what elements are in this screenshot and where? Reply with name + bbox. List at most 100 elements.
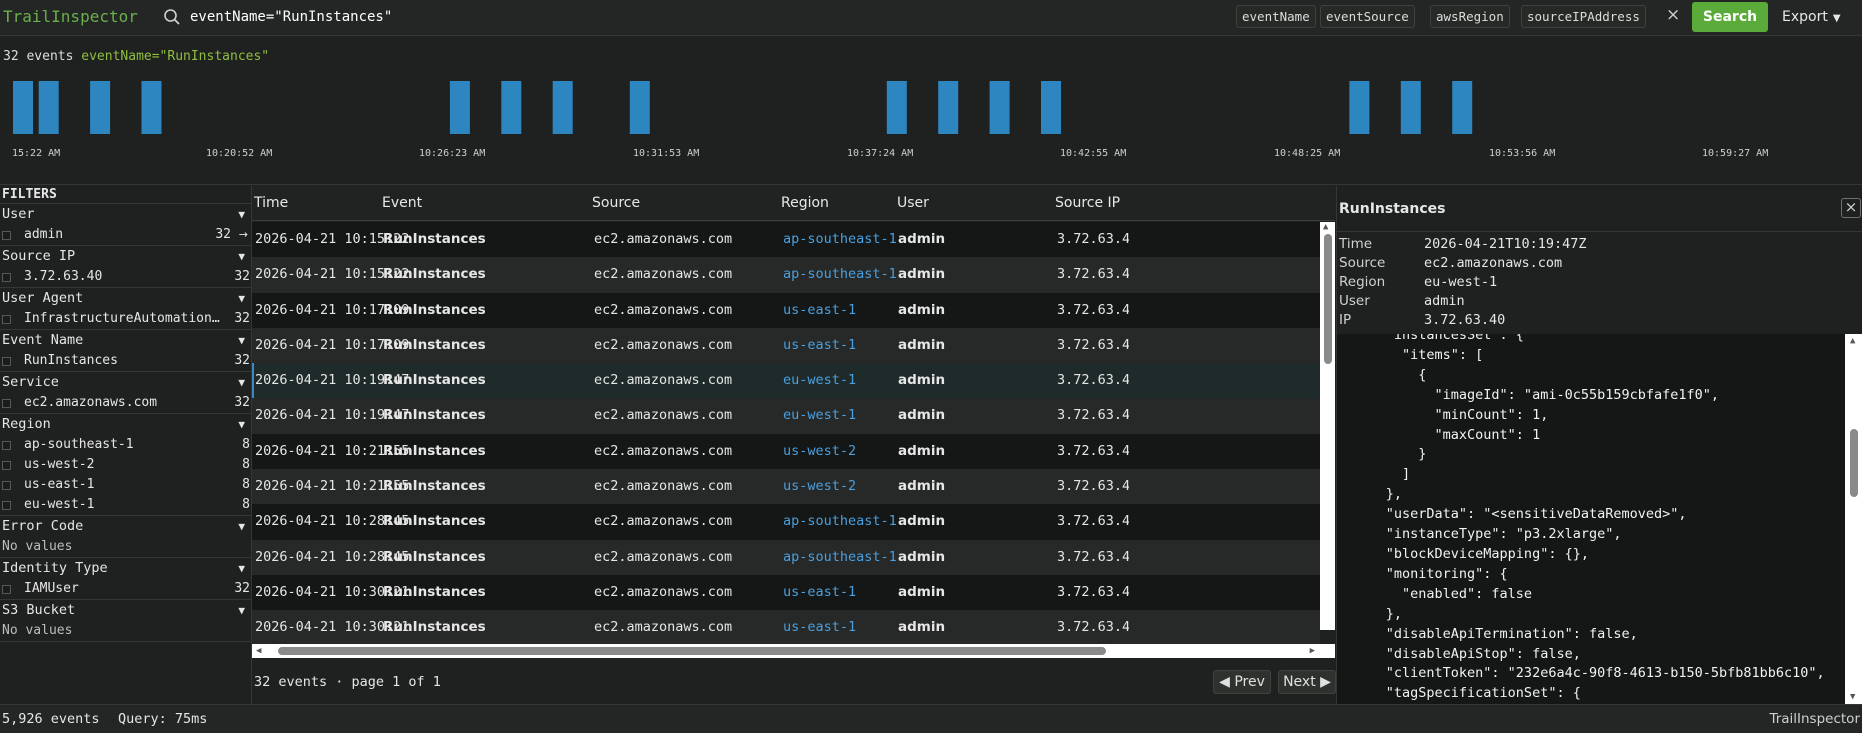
filter-group-header[interactable]: User Agent ▼	[0, 288, 251, 309]
histogram-bar[interactable]	[1349, 81, 1370, 134]
column-header-event[interactable]: Event	[382, 195, 422, 211]
filter-option[interactable]: 3.72.63.40 32	[0, 267, 251, 287]
scroll-down-icon[interactable]: ▼	[1850, 692, 1855, 702]
histogram-bar[interactable]	[501, 81, 522, 134]
filter-option-count: 32	[234, 581, 250, 596]
scrollbar-thumb[interactable]	[278, 647, 1106, 655]
filter-option[interactable]: admin 32 →	[0, 225, 251, 245]
filter-checkbox[interactable]	[2, 481, 11, 490]
field-chip-awsregion[interactable]: awsRegion	[1430, 5, 1510, 28]
filter-checkbox[interactable]	[2, 461, 11, 470]
field-chip-eventsource[interactable]: eventSource	[1320, 5, 1415, 28]
filter-group-label: User	[2, 206, 35, 222]
cell-event: RunInstances	[383, 407, 486, 424]
filter-group-header[interactable]: Source IP ▼	[0, 246, 251, 267]
filter-checkbox[interactable]	[2, 585, 11, 594]
cell-ip: 3.72.63.40	[1057, 548, 1129, 565]
table-row[interactable]: 2026-04-21 10:30:21 RunInstances ec2.amazo…	[252, 610, 1320, 646]
filter-option-value: 3.72.63.40	[24, 269, 103, 284]
prev-page-button[interactable]: ◀ Prev	[1213, 670, 1271, 694]
detail-key: Time	[1339, 236, 1373, 252]
table-row[interactable]: 2026-04-21 10:21:55 RunInstances ec2.amazo…	[252, 469, 1320, 505]
filter-checkbox[interactable]	[2, 273, 11, 282]
filter-option[interactable]: ap-southeast-1 8	[0, 435, 251, 455]
histogram-bar[interactable]	[1452, 81, 1473, 134]
arrow-right-icon[interactable]: →	[239, 225, 248, 245]
table-row[interactable]: 2026-04-21 10:17:09 RunInstances ec2.amazo…	[252, 327, 1320, 364]
close-icon[interactable]: ×	[1841, 198, 1861, 218]
histogram-bar[interactable]	[938, 81, 959, 134]
filter-option-value: ap-southeast-1	[24, 437, 134, 452]
filter-group-header[interactable]: Region ▼	[0, 414, 251, 435]
histogram-bar[interactable]	[1041, 81, 1061, 134]
search-input[interactable]	[190, 5, 1220, 29]
filter-option[interactable]: us-west-2 8	[0, 455, 251, 475]
json-vertical-scrollbar[interactable]: ▲ ▼	[1845, 334, 1862, 704]
histogram-bar[interactable]	[989, 81, 1010, 134]
field-chip-sourceipaddress[interactable]: sourceIPAddress	[1521, 5, 1646, 28]
filter-checkbox[interactable]	[2, 315, 11, 324]
filter-checkbox[interactable]	[2, 231, 11, 240]
clear-icon[interactable]: ×	[1666, 5, 1680, 25]
histogram-chart[interactable]	[0, 70, 1862, 142]
filter-option[interactable]: InfrastructureAutomation/1.0 32	[0, 309, 251, 329]
table-row[interactable]: 2026-04-21 10:28:45 RunInstances ec2.amazo…	[252, 504, 1320, 540]
filter-option[interactable]: eu-west-1 8	[0, 495, 251, 515]
filter-group-header[interactable]: Event Name ▼	[0, 330, 251, 351]
filter-checkbox[interactable]	[2, 441, 11, 450]
table-row[interactable]: 2026-04-21 10:19:47 RunInstances ec2.amazo…	[252, 363, 1320, 399]
filter-option[interactable]: us-east-1 8	[0, 475, 251, 495]
filter-group-header[interactable]: Service ▼	[0, 372, 251, 393]
filter-group-header[interactable]: Error Code ▼	[0, 516, 251, 537]
scroll-left-icon[interactable]: ◀	[256, 644, 261, 658]
filter-checkbox[interactable]	[2, 399, 11, 408]
table-row[interactable]: 2026-04-21 10:30:21 RunInstances ec2.amazo…	[252, 574, 1320, 611]
filter-option-value: admin	[24, 227, 64, 242]
column-header-region[interactable]: Region	[781, 195, 829, 211]
table-horizontal-scrollbar[interactable]: ◀ ▶	[252, 644, 1335, 658]
filter-option[interactable]: ec2.amazonaws.com 32	[0, 393, 251, 413]
histogram-bar[interactable]	[38, 81, 59, 134]
column-header-source-ip[interactable]: Source IP	[1055, 195, 1120, 211]
scrollbar-thumb[interactable]	[1850, 429, 1858, 497]
histogram-bar[interactable]	[1400, 81, 1421, 134]
histogram-bar[interactable]	[629, 81, 650, 134]
table-row[interactable]: 2026-04-21 10:15:22 RunInstances ec2.amazo…	[252, 222, 1320, 258]
table-row[interactable]: 2026-04-21 10:28:45 RunInstances ec2.amazo…	[252, 539, 1320, 575]
cell-ip: 3.72.63.40	[1057, 583, 1129, 600]
histogram-bar[interactable]	[552, 81, 573, 134]
cell-user: admin	[898, 231, 946, 247]
histogram-bar[interactable]	[886, 81, 907, 134]
next-page-button[interactable]: Next ▶	[1278, 670, 1336, 694]
table-row[interactable]: 2026-04-21 10:19:47 RunInstances ec2.amazo…	[252, 398, 1320, 434]
export-button[interactable]: Export ▼	[1774, 2, 1858, 32]
scroll-right-icon[interactable]: ▶	[1310, 644, 1315, 658]
field-chip-eventname[interactable]: eventName	[1236, 5, 1316, 28]
histogram-bar[interactable]	[13, 81, 33, 134]
column-header-source[interactable]: Source	[592, 195, 640, 211]
filters-sidebar: FILTERS User ▼ admin 32 → Source IP ▼ 3.72.63.4…	[0, 186, 252, 704]
table-vertical-scrollbar[interactable]: ▲	[1320, 222, 1335, 630]
table-row[interactable]: 2026-04-21 10:17:09 RunInstances ec2.amazo…	[252, 292, 1320, 328]
search-button[interactable]: Search	[1692, 2, 1768, 32]
detail-key: Region	[1339, 274, 1386, 290]
filter-checkbox[interactable]	[2, 357, 11, 366]
scrollbar-thumb[interactable]	[1324, 234, 1332, 364]
filter-option[interactable]: IAMUser 32	[0, 579, 251, 599]
histogram-bar[interactable]	[90, 81, 111, 134]
scroll-up-icon[interactable]: ▲	[1323, 222, 1328, 232]
table-row[interactable]: 2026-04-21 10:21:55 RunInstances ec2.amazo…	[252, 433, 1320, 470]
filter-group-header[interactable]: User ▼	[0, 204, 251, 225]
column-header-time[interactable]: Time	[254, 195, 288, 211]
filter-group-header[interactable]: S3 Bucket ▼	[0, 600, 251, 621]
cell-source: ec2.amazonaws.com	[594, 266, 733, 283]
filter-checkbox[interactable]	[2, 501, 11, 510]
table-row[interactable]: 2026-04-21 10:15:22 RunInstances ec2.amazo…	[252, 257, 1320, 293]
scroll-up-icon[interactable]: ▲	[1850, 336, 1855, 346]
raw-json-viewer[interactable]: "instancesSet": { "items": [ { "imageId"…	[1337, 334, 1845, 704]
filter-group-header[interactable]: Identity Type ▼	[0, 558, 251, 579]
column-header-user[interactable]: User	[897, 195, 929, 211]
histogram-bar[interactable]	[141, 81, 162, 134]
filter-option[interactable]: RunInstances 32	[0, 351, 251, 371]
histogram-bar[interactable]	[449, 81, 470, 134]
